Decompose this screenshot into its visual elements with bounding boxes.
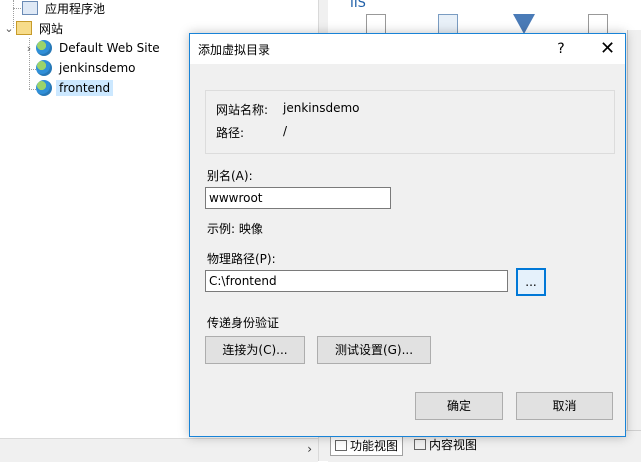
tree-item-jenkinsdemo[interactable]: jenkinsdemo (36, 58, 139, 78)
cancel-button[interactable]: 取消 (516, 392, 613, 420)
app-pool-icon (22, 1, 38, 15)
alias-label: 别名(A): (207, 169, 253, 183)
tree-item-default-web-site[interactable]: › Default Web Site (22, 38, 163, 58)
site-name-value: jenkinsdemo (283, 101, 360, 115)
add-virtual-directory-dialog: 添加虚拟目录 ? ✕ 网站名称: jenkinsdemo 路径: / 别名(A)… (189, 33, 626, 437)
tab-content-view[interactable]: 内容视图 (410, 434, 481, 454)
globe-icon (36, 60, 52, 76)
physical-path-input[interactable] (205, 270, 508, 292)
tab-label: 内容视图 (429, 437, 478, 452)
tab-label: 功能视图 (350, 438, 399, 453)
connect-as-button[interactable]: 连接为(C)... (205, 336, 305, 364)
help-button[interactable]: ? (545, 34, 577, 64)
tree-item-label: Default Web Site (59, 41, 160, 55)
close-icon[interactable]: ✕ (590, 34, 625, 64)
alias-example: 示例: 映像 (207, 222, 263, 236)
vertical-scrollbar[interactable] (627, 30, 641, 430)
dialog-title: 添加虚拟目录 (198, 43, 271, 57)
chevron-down-icon[interactable]: ⌄ (2, 22, 16, 35)
path-value: / (283, 124, 288, 138)
tab-features-view[interactable]: 功能视图 (330, 434, 404, 456)
content-view-icon (414, 438, 426, 450)
globe-icon (36, 40, 52, 56)
features-view-icon (335, 439, 347, 451)
pass-through-auth-label: 传递身份验证 (207, 316, 280, 330)
globe-icon (36, 80, 52, 96)
section-header: IIS (350, 0, 366, 11)
horizontal-scrollbar[interactable]: › (0, 438, 318, 462)
site-name-label: 网站名称: (216, 103, 269, 117)
tree-item-label: jenkinsdemo (59, 61, 136, 75)
tree-item-app-pools[interactable]: 应用程序池 (22, 0, 108, 18)
test-settings-button[interactable]: 测试设置(G)... (317, 336, 431, 364)
tree-item-label: 应用程序池 (45, 1, 106, 16)
path-label: 路径: (216, 126, 245, 140)
chevron-right-icon[interactable]: › (22, 42, 36, 55)
scroll-right-icon[interactable]: › (307, 442, 312, 456)
physical-path-label: 物理路径(P): (207, 252, 276, 266)
tree-item-frontend[interactable]: frontend (36, 78, 114, 98)
sites-folder-icon (16, 21, 32, 35)
ok-button[interactable]: 确定 (415, 392, 503, 420)
alias-input[interactable] (205, 187, 391, 209)
browse-button[interactable]: ... (516, 268, 546, 296)
tree-item-label: frontend (56, 80, 114, 96)
tree-item-label: 网站 (39, 21, 64, 36)
site-info-box: 网站名称: jenkinsdemo 路径: / (205, 90, 615, 154)
tree-item-sites[interactable]: ⌄ 网站 (2, 18, 66, 38)
dialog-titlebar[interactable]: 添加虚拟目录 ? ✕ (190, 34, 625, 64)
